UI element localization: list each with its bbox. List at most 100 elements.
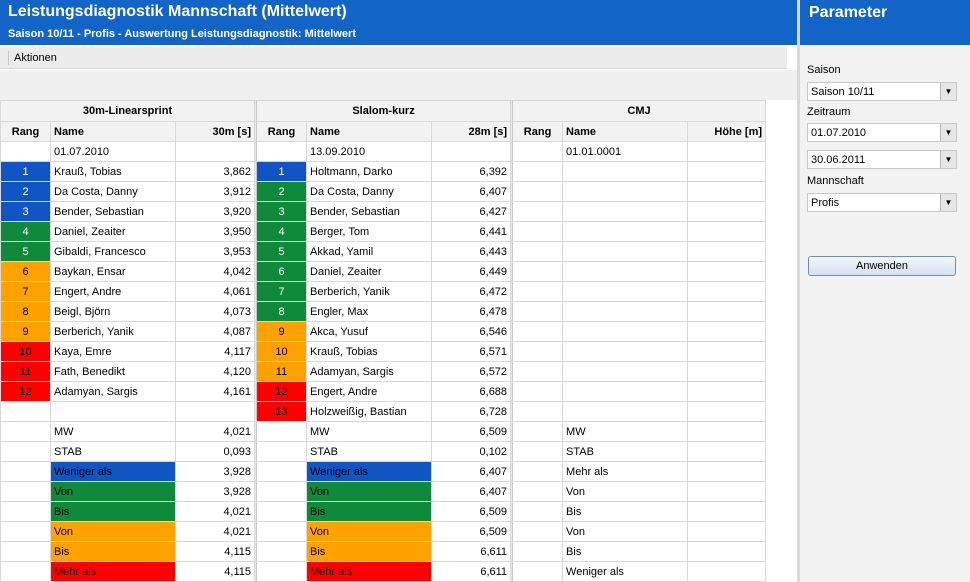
table-cell <box>562 361 689 382</box>
column-header-value[interactable]: Höhe [m] <box>687 121 767 142</box>
column-header-name[interactable]: Name <box>306 121 433 142</box>
column-header-rank[interactable]: Rang <box>256 121 308 142</box>
rank-cell: 9 <box>256 321 308 342</box>
table-cell <box>512 141 564 162</box>
table-cell <box>256 541 308 562</box>
table-row: 2 Da Costa, Danny 3,912 2 Da Costa, Danny 6,4… <box>0 181 767 202</box>
stats-label-cell: Von <box>562 521 689 542</box>
value-cell: 6,728 <box>431 401 512 422</box>
table-cell <box>0 561 51 582</box>
zeitraum-label: Zeitraum <box>807 106 851 118</box>
name-cell: Engert, Andre <box>50 281 176 302</box>
table-cell <box>0 441 51 462</box>
column-header-rank[interactable]: Rang <box>512 121 564 142</box>
rank-cell: 3 <box>256 201 308 222</box>
value-cell: 6,546 <box>431 321 512 342</box>
column-header-name[interactable]: Name <box>50 121 176 142</box>
table-cell <box>512 561 564 582</box>
column-header-name[interactable]: Name <box>562 121 689 142</box>
value-cell: 3,950 <box>174 221 256 242</box>
table-cell <box>512 441 564 462</box>
toolbar-separator <box>8 51 9 65</box>
value-cell: 4,042 <box>174 261 256 282</box>
stats-value-cell: 6,611 <box>431 541 512 562</box>
mannschaft-label: Mannschaft <box>807 175 864 187</box>
table-cell <box>687 501 767 522</box>
chevron-down-icon[interactable]: ▼ <box>940 124 956 141</box>
date-cell-cmj: 01.01.0001 <box>562 141 689 162</box>
table-cell <box>687 461 767 482</box>
column-header-rank[interactable]: Rang <box>0 121 51 142</box>
column-header-value[interactable]: 30m [s] <box>174 121 256 142</box>
stats-row: MW 4,021 MW 6,509 MW <box>0 421 767 442</box>
table-cell <box>512 321 564 342</box>
table-cell <box>512 281 564 302</box>
table-cell <box>512 261 564 282</box>
saison-label: Saison <box>807 64 841 76</box>
table-cell <box>0 481 51 502</box>
stats-label-cell: Von <box>562 481 689 502</box>
value-cell: 6,407 <box>431 181 512 202</box>
value-cell: 6,427 <box>431 201 512 222</box>
table-cell <box>256 441 308 462</box>
stats-label-cell: Weniger als <box>50 461 176 482</box>
table-row: 5 Gibaldi, Francesco 3,953 5 Akkad, Yamil 6,4… <box>0 241 767 262</box>
rank-cell: 8 <box>0 301 51 322</box>
table-cell <box>562 241 689 262</box>
table-cell <box>512 421 564 442</box>
stats-value-cell: 6,509 <box>431 501 512 522</box>
table-cell <box>512 461 564 482</box>
apply-button[interactable]: Anwenden <box>808 256 956 276</box>
table-cell <box>687 561 767 582</box>
table-row: 10 Kaya, Emre 4,117 10 Krauß, Tobias 6,571 <box>0 341 767 362</box>
table-cell <box>0 421 51 442</box>
column-header-value[interactable]: 28m [s] <box>431 121 512 142</box>
stats-value-cell: 6,509 <box>431 421 512 442</box>
value-cell: 6,572 <box>431 361 512 382</box>
table-cell <box>687 361 767 382</box>
name-cell: Daniel, Zeaiter <box>306 261 433 282</box>
rank-cell: 11 <box>0 361 51 382</box>
rank-cell: 1 <box>0 161 51 182</box>
stats-row: Mehr als 4,115 Mehr als 6,611 Weniger als <box>0 561 767 582</box>
name-cell: Akca, Yusuf <box>306 321 433 342</box>
stats-label-cell: STAB <box>50 441 176 462</box>
table-cell <box>687 141 767 162</box>
table-row: 13 Holzweißig, Bastian 6,728 <box>0 401 767 422</box>
chevron-down-icon[interactable]: ▼ <box>940 194 956 211</box>
mannschaft-select-value: Profis <box>811 197 840 209</box>
chevron-down-icon[interactable]: ▼ <box>940 151 956 168</box>
rank-cell: 2 <box>256 181 308 202</box>
table-cell <box>562 341 689 362</box>
value-cell: 6,472 <box>431 281 512 302</box>
table-row: 3 Bender, Sebastian 3,920 3 Bender, Sebastia… <box>0 201 767 222</box>
name-cell: Daniel, Zeaiter <box>50 221 176 242</box>
value-cell: 4,161 <box>174 381 256 402</box>
table-cell <box>687 321 767 342</box>
stats-value-cell: 4,115 <box>174 541 256 562</box>
mannschaft-select[interactable]: Profis ▼ <box>807 193 957 212</box>
table-cell <box>687 201 767 222</box>
rank-cell: 10 <box>256 341 308 362</box>
stats-label-cell: Bis <box>306 541 433 562</box>
results-table: 30m-Linearsprint Slalom-kurz CMJ Rang Na… <box>0 100 767 582</box>
saison-select[interactable]: Saison 10/11 ▼ <box>807 82 957 101</box>
table-cell <box>687 341 767 362</box>
name-cell: Bender, Sebastian <box>306 201 433 222</box>
rank-cell: 9 <box>0 321 51 342</box>
actions-menu-button[interactable]: Aktionen <box>14 52 57 64</box>
value-cell: 6,443 <box>431 241 512 262</box>
group-header-slalom: Slalom-kurz <box>256 100 512 122</box>
date-to-picker[interactable]: 30.06.2011 ▼ <box>807 150 957 169</box>
stats-value-cell: 6,407 <box>431 481 512 502</box>
rank-cell: 11 <box>256 361 308 382</box>
name-cell: Berberich, Yanik <box>50 321 176 342</box>
table-cell <box>0 521 51 542</box>
value-cell: 3,953 <box>174 241 256 262</box>
stats-value-cell: 6,509 <box>431 521 512 542</box>
table-cell <box>687 181 767 202</box>
date-from-picker[interactable]: 01.07.2010 ▼ <box>807 123 957 142</box>
chevron-down-icon[interactable]: ▼ <box>940 83 956 100</box>
rank-cell: 1 <box>256 161 308 182</box>
table-cell <box>562 201 689 222</box>
